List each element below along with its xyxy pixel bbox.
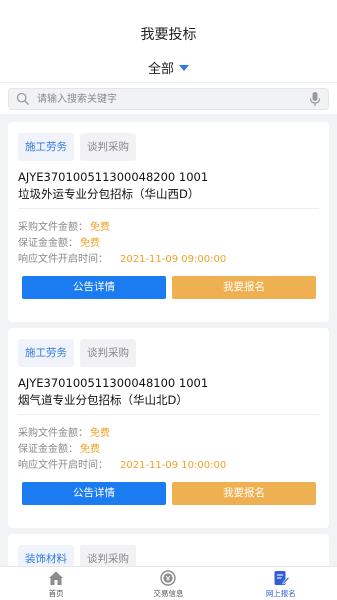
open-time-label: 响应文件开启时间： <box>18 254 108 265</box>
procurement-method-tag: 谈判采购 <box>80 339 136 367</box>
tab-trade-info[interactable]: 交易信息 <box>112 567 224 600</box>
open-time-row: 响应文件开启时间： 2021-11-09 10:00:00 <box>18 456 226 471</box>
divider <box>18 208 319 209</box>
header: 我要投标 全部 <box>0 0 337 82</box>
category-filter-dropdown[interactable]: 全部 <box>0 58 337 77</box>
tab-home-label: 首页 <box>48 589 64 598</box>
category-tag: 施工劳务 <box>18 339 74 367</box>
search-box[interactable] <box>8 88 329 110</box>
open-time-value: 2021-11-09 10:00:00 <box>120 460 227 471</box>
online-signup-icon <box>274 571 290 585</box>
microphone-icon[interactable] <box>309 91 321 107</box>
announcement-detail-button[interactable]: 公告详情 <box>22 276 166 299</box>
signup-button[interactable]: 我要报名 <box>172 482 316 505</box>
tender-list: 施工劳务 谈判采购 AJYE370100511300048200 1001 垃圾… <box>0 114 337 566</box>
project-name: 烟气道专业分包招标（华山北D） <box>18 393 188 407</box>
tab-home[interactable]: 首页 <box>0 567 112 600</box>
project-name: 垃圾外运专业分包招标（华山西D） <box>18 187 200 201</box>
tender-card[interactable]: 施工劳务 谈判采购 AJYE370100511300048200 1001 垃圾… <box>8 122 329 322</box>
doc-fee-label: 采购文件金额： <box>18 428 88 439</box>
tag-group: 施工劳务 谈判采购 <box>18 339 136 367</box>
procurement-method-tag: 谈判采购 <box>80 133 136 161</box>
home-icon <box>49 571 64 585</box>
procurement-method-tag: 谈判采购 <box>80 545 136 566</box>
trade-info-icon <box>160 570 177 586</box>
announcement-detail-button[interactable]: 公告详情 <box>22 482 166 505</box>
page-title: 我要投标 <box>140 27 197 43</box>
tab-online-signup-label: 网上报名 <box>265 589 296 598</box>
category-tag: 施工劳务 <box>18 133 74 161</box>
bottom-tab-bar: 首页 交易信息 网上报名 <box>0 566 337 600</box>
project-number: AJYE370100511300048100 1001 <box>18 376 209 390</box>
search-icon <box>16 92 29 105</box>
doc-fee-label: 采购文件金额： <box>18 222 88 233</box>
tender-card[interactable]: 装饰材料 谈判采购 <box>8 534 329 566</box>
project-number: AJYE370100511300048200 1001 <box>18 170 209 184</box>
doc-fee-value: 免费 <box>90 428 110 439</box>
category-tag: 装饰材料 <box>18 545 74 566</box>
deposit-row: 保证金金额： 免费 <box>18 234 100 249</box>
search-input[interactable] <box>37 91 307 107</box>
doc-fee-value: 免费 <box>90 222 110 233</box>
tab-online-signup[interactable]: 网上报名 <box>225 567 337 600</box>
open-time-row: 响应文件开启时间： 2021-11-09 09:00:00 <box>18 250 226 265</box>
divider <box>18 414 319 415</box>
deposit-value: 免费 <box>80 238 100 249</box>
tag-group: 装饰材料 谈判采购 <box>18 545 136 566</box>
open-time-value: 2021-11-09 09:00:00 <box>120 254 227 265</box>
search-bar <box>0 82 337 114</box>
tab-trade-info-label: 交易信息 <box>153 589 184 598</box>
deposit-value: 免费 <box>80 444 100 455</box>
tag-group: 施工劳务 谈判采购 <box>18 133 136 161</box>
doc-fee-row: 采购文件金额： 免费 <box>18 424 110 439</box>
filter-label: 全部 <box>147 62 174 77</box>
doc-fee-row: 采购文件金额： 免费 <box>18 218 110 233</box>
signup-button[interactable]: 我要报名 <box>172 276 316 299</box>
deposit-label: 保证金金额： <box>18 238 78 249</box>
deposit-label: 保证金金额： <box>18 444 78 455</box>
deposit-row: 保证金金额： 免费 <box>18 440 100 455</box>
tender-card[interactable]: 施工劳务 谈判采购 AJYE370100511300048100 1001 烟气… <box>8 328 329 528</box>
open-time-label: 响应文件开启时间： <box>18 460 108 471</box>
chevron-down-icon <box>179 65 189 71</box>
